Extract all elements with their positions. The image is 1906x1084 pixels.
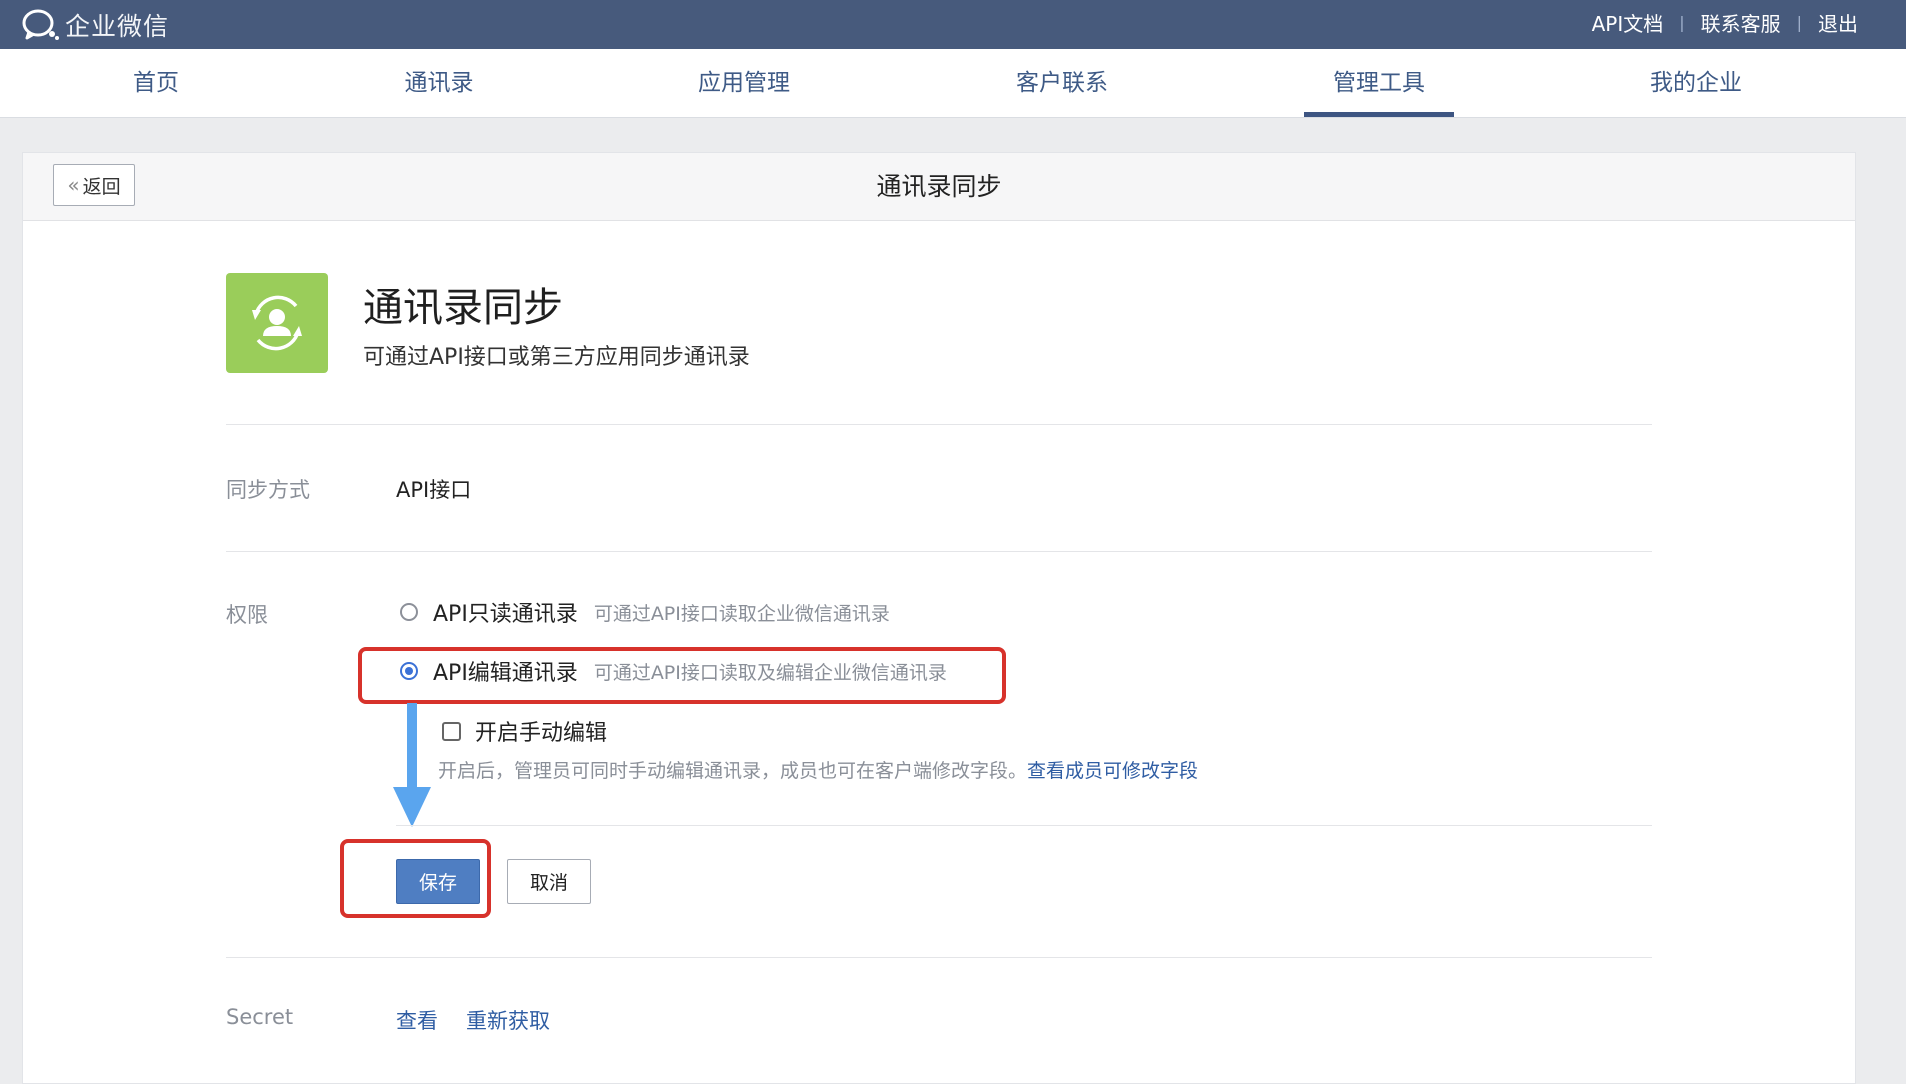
content-panel: « 返回 通讯录同步 通讯录同步 可通过API接口或第三方应用同步通讯录 同步方… (22, 152, 1856, 1084)
app-description: 可通过API接口或第三方应用同步通讯录 (363, 345, 750, 370)
radio-readonly[interactable]: API只读通讯录 可通过API接口读取企业微信通讯录 (400, 596, 890, 628)
wecom-logo[interactable]: 企业微信 (21, 5, 169, 45)
manual-edit-hint-text: 开启后，管理员可同时手动编辑通讯录，成员也可在客户端修改字段。 (438, 760, 1028, 782)
radio-edit-hint: 可通过API接口读取及编辑企业微信通讯录 (593, 661, 947, 684)
top-bar: 企业微信 API文档 | 联系客服 | 退出 (0, 0, 1906, 49)
editable-fields-link[interactable]: 查看成员可修改字段 (1027, 760, 1198, 782)
logo-text: 企业微信 (65, 12, 170, 41)
nav-contacts[interactable]: 通讯录 (383, 49, 495, 117)
nav-customer-contact[interactable]: 客户联系 (996, 49, 1128, 117)
nav-management-tools-label: 管理工具 (1333, 70, 1425, 96)
logout-link[interactable]: 退出 (1818, 8, 1858, 37)
manual-edit-hint: 开启后，管理员可同时手动编辑通讯录，成员也可在客户端修改字段。查看成员可修改字段 (438, 756, 1198, 783)
contact-support-link[interactable]: 联系客服 (1701, 8, 1781, 37)
manual-edit-checkbox[interactable] (442, 721, 461, 741)
app-name: 通讯录同步 (363, 285, 563, 331)
sync-method-label: 同步方式 (226, 478, 310, 502)
active-tab-indicator (1304, 112, 1454, 117)
radio-edit[interactable]: API编辑通讯录 可通过API接口读取及编辑企业微信通讯录 (400, 655, 947, 687)
main-nav: 首页 通讯录 应用管理 客户联系 管理工具 我的企业 (0, 49, 1906, 118)
view-secret-link[interactable]: 查看 (396, 1005, 438, 1035)
wecom-logo-icon (22, 9, 59, 40)
panel-title: 通讯录同步 (876, 172, 1002, 201)
user-sync-icon (226, 273, 328, 373)
top-links: API文档 | 联系客服 | 退出 (1592, 0, 1858, 45)
divider (226, 957, 1652, 958)
separator: | (1796, 13, 1802, 32)
nav-home[interactable]: 首页 (100, 49, 212, 117)
api-docs-link[interactable]: API文档 (1592, 8, 1664, 37)
radio-edit-button[interactable] (400, 662, 418, 680)
radio-edit-label: API编辑通讯录 (433, 661, 578, 686)
panel-header: « 返回 通讯录同步 (23, 153, 1855, 221)
nav-management-tools[interactable]: 管理工具 (1304, 49, 1454, 117)
cancel-button[interactable]: 取消 (507, 859, 591, 904)
secret-label: Secret (226, 1005, 294, 1029)
nav-my-enterprise[interactable]: 我的企业 (1630, 49, 1762, 117)
separator: | (1679, 13, 1685, 32)
refresh-secret-link[interactable]: 重新获取 (466, 1005, 550, 1035)
divider (396, 825, 1652, 826)
radio-readonly-label: API只读通讯录 (433, 602, 578, 627)
divider (226, 551, 1652, 552)
radio-readonly-button[interactable] (400, 603, 418, 621)
radio-readonly-hint: 可通过API接口读取企业微信通讯录 (593, 602, 890, 625)
manual-edit-checkbox-row[interactable]: 开启手动编辑 (442, 715, 607, 747)
divider (226, 424, 1652, 425)
user-sync-glyph (252, 295, 302, 351)
sync-method-value: API接口 (396, 478, 472, 502)
save-button[interactable]: 保存 (396, 859, 480, 904)
manual-edit-label: 开启手动编辑 (475, 721, 608, 746)
permission-label: 权限 (226, 603, 268, 627)
annotation-arrow-icon (393, 703, 431, 827)
nav-app-management[interactable]: 应用管理 (678, 49, 810, 117)
